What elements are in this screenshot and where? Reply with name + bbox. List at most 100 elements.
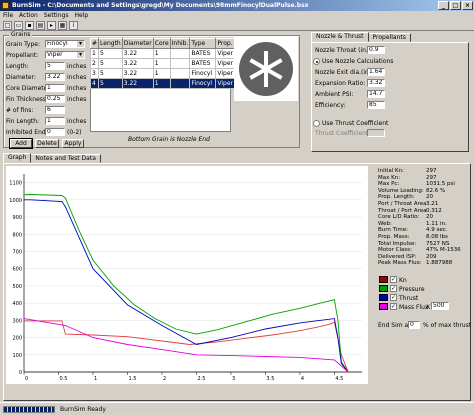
table-row[interactable]: 3 5 3.22 1 Finocyl Viper <box>89 68 237 79</box>
mass-flux-multiplier-input[interactable]: 500 <box>431 302 449 310</box>
core-diameter-input[interactable]: 1 <box>45 84 65 92</box>
minimize-button[interactable]: _ <box>438 1 449 10</box>
chart-icon[interactable]: ▦ <box>58 21 67 30</box>
stat-row: Web: 1.11 in. <box>378 221 468 228</box>
run-icon[interactable]: ▸ <box>47 21 56 30</box>
fin-thickness-label: Fin Thickness: <box>6 96 49 103</box>
table-cell: 2 <box>89 58 100 69</box>
stat-label: Delivered ISP: <box>378 253 417 260</box>
stat-label: Max Pc: <box>378 181 400 188</box>
stat-row: Delivered ISP: 209 <box>378 254 468 261</box>
use-thrust-coeff-radio[interactable] <box>313 120 320 127</box>
menu-help[interactable]: Help <box>74 11 88 20</box>
grain-caption: Bottom Grain is Nozzle End <box>128 136 210 143</box>
propellant-select[interactable]: Viper <box>45 51 85 59</box>
ambient-psi-input[interactable]: 14.7 <box>367 90 385 98</box>
add-button[interactable]: Add <box>9 138 33 149</box>
pressure-checkbox[interactable]: ✓ <box>390 285 397 292</box>
num-fins-input[interactable]: 6 <box>45 106 65 114</box>
y-tick-label: 900 <box>12 215 22 221</box>
y-tick-label: 1100 <box>9 181 22 187</box>
nozzle-exit-input[interactable]: 1.64 <box>367 68 385 76</box>
propellant-label: Propellant: <box>6 52 39 59</box>
stat-value: 3.21 <box>426 200 439 207</box>
save-icon[interactable]: ▪ <box>25 21 34 30</box>
diameter-label: Diameter: <box>6 74 36 81</box>
table-cell <box>169 78 191 89</box>
stat-value: 209 <box>426 253 437 260</box>
stat-row: Max Kn: 297 <box>378 175 468 182</box>
print-icon[interactable]: ▤ <box>36 21 45 30</box>
tab-graph[interactable]: Graph <box>3 153 32 163</box>
col-core[interactable]: Core <box>152 38 171 49</box>
thrust-checkbox[interactable]: ✓ <box>390 294 397 301</box>
table-row[interactable]: 2 5 3.22 1 BATES Viper <box>89 58 237 69</box>
tab-notes[interactable]: Notes and Test Data <box>30 154 101 163</box>
thrust-coeff-label: Thrust Coefficient: <box>315 130 371 137</box>
nozzle-throat-input[interactable]: 0.9 <box>367 46 385 54</box>
efficiency-input[interactable]: 85 <box>367 101 385 109</box>
menu-file[interactable]: File <box>3 11 13 20</box>
stat-row: Prop. Mass: 8.08 lbs <box>378 234 468 241</box>
delete-button[interactable]: Delete <box>35 139 59 148</box>
stat-row: Initial Kn: 297 <box>378 168 468 175</box>
table-cell <box>169 68 191 79</box>
menu-action[interactable]: Action <box>19 11 38 20</box>
stat-value: 297 <box>426 174 437 181</box>
tab-propellants[interactable]: Propellants <box>367 33 411 42</box>
col-num[interactable]: # <box>89 38 100 49</box>
open-icon[interactable]: ▭ <box>14 21 23 30</box>
table-cell: Viper <box>215 78 237 89</box>
col-type[interactable]: Type <box>189 38 217 49</box>
x-tick-label: 3 <box>232 376 235 382</box>
grains-table[interactable]: # Length Diameter Core Inhib. Type Prop.… <box>89 38 237 89</box>
grain-type-select[interactable]: Finocyl <box>45 40 85 48</box>
stat-label: Web: <box>378 220 392 227</box>
tab-nozzle-thrust[interactable]: Nozzle & Thrust <box>311 32 369 42</box>
y-tick-label: 0 <box>19 370 22 376</box>
expansion-ratio-input[interactable]: 3.32 <box>367 79 385 87</box>
table-row-selected[interactable]: 4 5 3.22 1 Finocyl Viper <box>89 78 237 89</box>
legend-thrust-label: Thrust <box>399 295 419 302</box>
stat-label: Prop. Mass: <box>378 233 410 240</box>
col-length[interactable]: Length <box>98 38 123 49</box>
table-row[interactable]: 1 5 3.22 1 BATES Viper <box>89 48 237 59</box>
mass-flux-checkbox[interactable]: ✓ <box>390 303 397 310</box>
legend-pressure-swatch <box>379 285 388 292</box>
apply-button[interactable]: Apply <box>62 139 84 148</box>
table-cell: Viper <box>215 58 237 69</box>
stat-value: 7527 NS <box>426 240 450 247</box>
col-diameter[interactable]: Diameter <box>121 38 154 49</box>
thrust-coeff-input[interactable] <box>367 129 385 137</box>
stat-row: Port / Throat Area: 3.21 <box>378 201 468 208</box>
diameter-input[interactable]: 3.22 <box>45 73 65 81</box>
length-input[interactable]: 5 <box>45 62 65 70</box>
table-cell: 5 <box>98 48 123 59</box>
inhibited-ends-input[interactable]: 0 <box>45 128 65 136</box>
maximize-button[interactable]: □ <box>450 1 461 10</box>
close-button[interactable]: × <box>462 1 473 10</box>
menu-settings[interactable]: Settings <box>44 11 69 20</box>
series-line-pressure <box>23 194 349 373</box>
info-icon[interactable]: i <box>69 21 78 30</box>
col-prop[interactable]: Prop. <box>215 38 237 49</box>
toolbar: □ ▭ ▪ ▤ ▸ ▦ i <box>0 20 474 31</box>
y-tick-label: 100 <box>12 353 22 359</box>
x-tick-label: 3.5 <box>266 376 274 382</box>
expansion-ratio-label: Expansion Ratio: <box>315 80 366 87</box>
use-nozzle-calc-radio[interactable] <box>313 58 320 65</box>
table-cell: 3.22 <box>121 48 154 59</box>
table-cell: BATES <box>189 48 217 59</box>
stat-value: 297 <box>426 168 437 174</box>
end-sim-input[interactable]: 0 <box>408 321 420 329</box>
new-icon[interactable]: □ <box>3 21 12 30</box>
inhibited-ends-range: (0-2) <box>67 129 82 136</box>
table-cell: 5 <box>98 78 123 89</box>
fin-length-input[interactable]: 1 <box>45 117 65 125</box>
x-tick-label: 1.5 <box>128 376 136 382</box>
col-inhib[interactable]: Inhib. <box>169 38 191 49</box>
stat-row: Max Pc: 1031.5 psi <box>378 181 468 188</box>
progress-bar <box>3 406 55 413</box>
kn-checkbox[interactable]: ✓ <box>390 276 397 283</box>
fin-thickness-input[interactable]: 0.25 <box>45 95 65 103</box>
